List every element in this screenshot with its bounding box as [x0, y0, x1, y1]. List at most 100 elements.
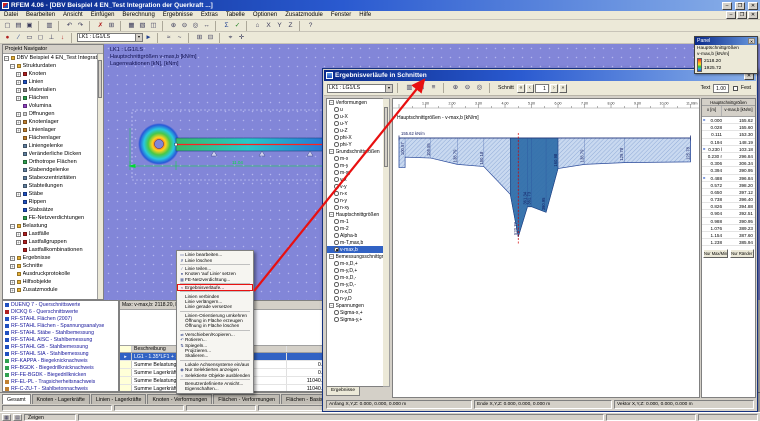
expand-icon[interactable]: + — [10, 256, 15, 261]
result-table-row[interactable]: 0.111153.30 — [702, 131, 755, 138]
tree-item[interactable]: +Lastfälle — [3, 230, 103, 238]
module-item[interactable]: RF-KAPPA - Biegeknicknachweis — [3, 357, 118, 364]
result-type-item[interactable]: −Hauptschnittgrößen — [327, 211, 389, 218]
collapse-icon[interactable]: − — [329, 303, 334, 308]
zoom-out-icon[interactable]: ⊖ — [462, 83, 473, 93]
result-table-row[interactable]: 0.306306.34 — [702, 160, 755, 167]
tree-item[interactable]: +Linienlager — [3, 126, 103, 134]
table-tab-1[interactable]: Gesamt — [2, 394, 31, 404]
module-item[interactable]: DICKQ 6 - Querschnittswerte — [3, 308, 118, 315]
tree-item[interactable]: +Hilfsobjekte — [3, 278, 103, 286]
text-size-field[interactable]: 1.00 — [713, 84, 729, 93]
result-type-item[interactable]: m-y,D,+ — [327, 267, 389, 274]
copy-icon[interactable]: ⊞ — [106, 21, 117, 31]
opening[interactable] — [155, 140, 164, 149]
project-navigator-scrollbar[interactable] — [97, 54, 103, 299]
tree-item[interactable]: +Stäbe — [3, 190, 103, 198]
context-menu-item[interactable]: Benutzerdefinierte Ansicht... — [178, 381, 252, 386]
result-type-item[interactable]: −Grundschnittgrößen — [327, 148, 389, 155]
expand-icon[interactable]: + — [16, 88, 21, 93]
tree-item[interactable]: Stabendgelenke — [3, 166, 103, 174]
context-menu-item[interactable]: ≈Ergebnisverläufe... — [178, 285, 252, 290]
chevron-down-icon[interactable]: ▼ — [385, 85, 392, 92]
result-type-item[interactable]: n-xy — [327, 204, 389, 211]
module-item[interactable]: RF-STAHL GB - Stahlbemessung — [3, 343, 118, 350]
tree-item[interactable]: Rippen — [3, 198, 103, 206]
grid-toggle-icon[interactable]: ▤ — [13, 414, 22, 421]
tree-item[interactable]: −Strukturdaten — [3, 62, 103, 70]
result-table-row[interactable]: 0.230 r296.84 — [702, 153, 755, 160]
nav-first-icon[interactable]: « — [517, 84, 525, 93]
save-icon[interactable]: ▣ — [24, 21, 35, 31]
module-item[interactable]: RF-C-ZU-T - Stahlbetonnachweis — [3, 385, 118, 392]
result-table-row[interactable]: 1.154387.60 — [702, 232, 755, 239]
select-icon[interactable]: ⌖ — [225, 33, 236, 43]
tree-item[interactable]: +Flächen — [3, 94, 103, 102]
result-type-item[interactable]: phi-X — [327, 134, 389, 141]
expand-icon[interactable]: + — [10, 280, 15, 285]
result-type-item[interactable]: u — [327, 106, 389, 113]
module-item[interactable]: RF-STAHL Flächen (2007) — [3, 315, 118, 322]
menu-zusatzmodule[interactable]: Zusatzmodule — [281, 11, 327, 20]
collapse-icon[interactable]: − — [329, 254, 334, 259]
tree-item[interactable]: Orthotrope Flächen — [3, 158, 103, 166]
result-type-item[interactable]: −Verformungen — [327, 99, 389, 106]
table-icon[interactable]: ⊞ — [194, 33, 205, 43]
menu-berechnung[interactable]: Berechnung — [118, 11, 158, 20]
new-icon[interactable]: ▢ — [2, 21, 13, 31]
result-table-row[interactable]: 0.194148.19 — [702, 139, 755, 146]
tree-item[interactable]: Stabsätze — [3, 206, 103, 214]
nav-next-icon[interactable]: › — [550, 84, 558, 93]
result-table-row[interactable]: 1.076389.23 — [702, 225, 755, 232]
result-type-item[interactable]: u-Z — [327, 127, 389, 134]
result-table-row[interactable]: 0.394390.95 — [702, 167, 755, 174]
context-menu-item[interactable]: Öffnung in Fläche erzeugen — [178, 318, 252, 323]
result-type-item[interactable]: −Bemessungsschnittgrößen — [327, 253, 389, 260]
menu-optionen[interactable]: Optionen — [249, 11, 281, 20]
tree-item[interactable]: Liniengelenke — [3, 142, 103, 150]
result-type-item[interactable]: Alpha-b — [327, 232, 389, 239]
load-icon[interactable]: ↓ — [57, 33, 68, 43]
module-item[interactable]: RF-STAHL AISC - Stahlbemessung — [3, 336, 118, 343]
table-tab-4[interactable]: Knoten - Verformungen — [147, 394, 212, 404]
view-x-icon[interactable]: X — [263, 21, 274, 31]
panel-icon[interactable]: ⊟ — [205, 33, 216, 43]
node-marker[interactable] — [175, 143, 177, 145]
result-type-item[interactable]: m-2 — [327, 225, 389, 232]
only-edges-button[interactable]: Nur Ränder — [730, 249, 755, 258]
result-table-row[interactable]: 0.738396.40 — [702, 196, 755, 203]
menu-fenster[interactable]: Fenster — [327, 11, 355, 20]
menu-ansicht[interactable]: Ansicht — [59, 11, 87, 20]
expand-icon[interactable]: + — [16, 72, 21, 77]
context-menu-item[interactable]: Lokale Achsensysteme ein/aus — [178, 362, 252, 367]
zoom-all-icon[interactable]: ◎ — [190, 21, 201, 31]
node-icon[interactable]: ● — [2, 33, 13, 43]
result-case-combo[interactable]: LK1 : LG1/LS▼ — [327, 84, 393, 93]
mdi-restore-button[interactable]: ❐ — [737, 11, 747, 19]
result-type-item[interactable]: m-x,D,- — [327, 274, 389, 281]
expand-icon[interactable]: + — [16, 240, 21, 245]
expand-icon[interactable]: + — [16, 232, 21, 237]
result-type-item[interactable]: m-x — [327, 155, 389, 162]
support-icon[interactable]: ⊥ — [46, 33, 57, 43]
panel-close-icon[interactable]: ✕ — [748, 38, 755, 44]
tree-item[interactable]: −Belastung — [3, 222, 103, 230]
table-tab-5[interactable]: Flächen - Verformungen — [213, 394, 280, 404]
line-icon[interactable]: ∕ — [13, 33, 24, 43]
tree-item[interactable]: Volumina — [3, 102, 103, 110]
context-menu-item[interactable]: Öffnung in Fläche löschen — [178, 323, 252, 328]
context-menu-item[interactable]: Eigenschaften... — [178, 386, 252, 391]
module-item[interactable]: RF-EL-PL - Tragsicherheitsnachweis — [3, 378, 118, 385]
maximize-button[interactable]: ❐ — [735, 2, 745, 10]
section-number-field[interactable]: 1 — [535, 84, 549, 93]
result-type-item[interactable]: u-X — [327, 113, 389, 120]
module-item[interactable]: DUENQ 7 - Querschnittswerte — [3, 301, 118, 308]
isometric-icon[interactable]: ⌂ — [252, 21, 263, 31]
close-button[interactable]: ✕ — [748, 2, 758, 10]
mdi-minimize-button[interactable]: – — [726, 11, 736, 19]
mesh-icon[interactable]: ◫ — [148, 21, 159, 31]
open-icon[interactable]: ▤ — [13, 21, 24, 31]
module-item[interactable]: RF-STAHL SIA - Stahlbemessung — [3, 350, 118, 357]
tree-item[interactable]: Stabexzentrizitäten — [3, 174, 103, 182]
result-type-item[interactable]: m-y — [327, 162, 389, 169]
